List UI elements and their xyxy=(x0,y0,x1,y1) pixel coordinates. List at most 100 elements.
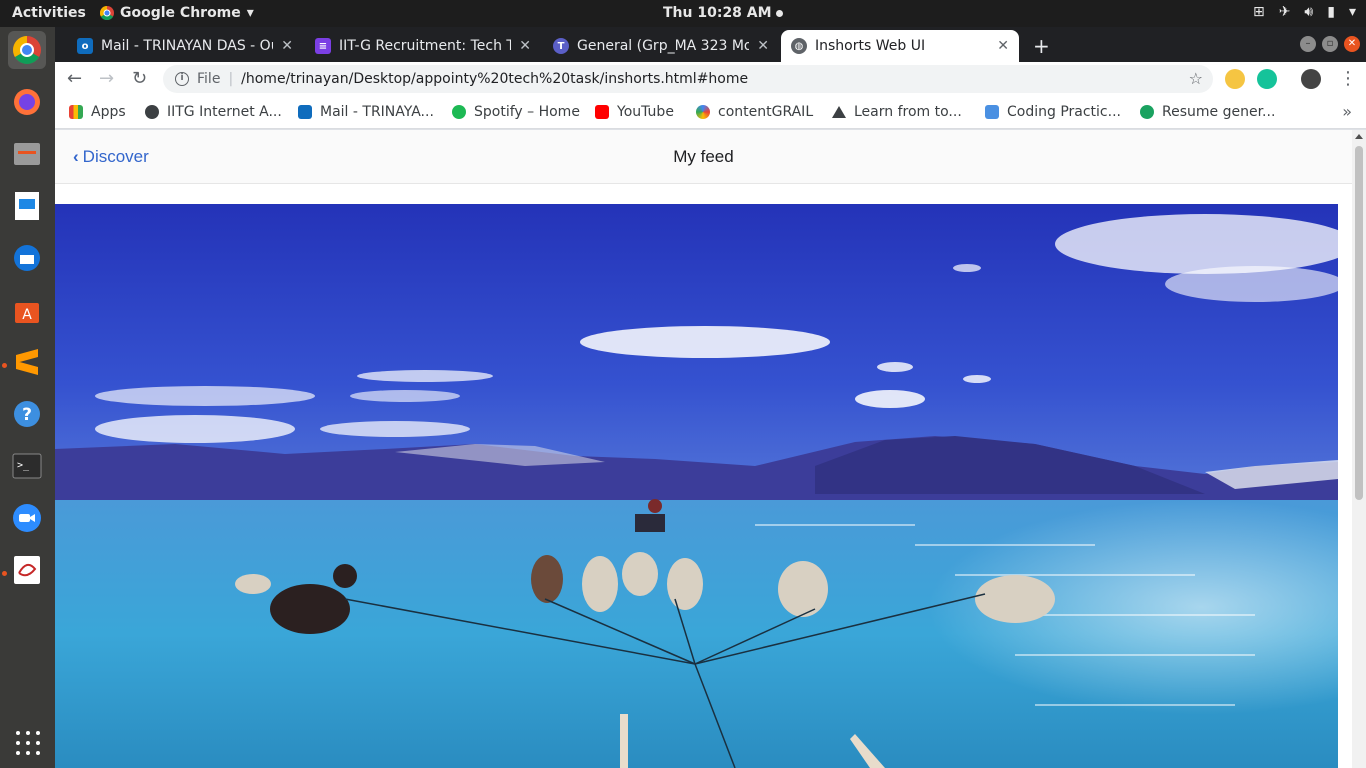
bookmark-label: Learn from to... xyxy=(854,104,962,120)
contentgrail-icon xyxy=(696,105,710,119)
more-bookmarks-icon[interactable]: » xyxy=(1342,102,1352,121)
bookmark-iitg-internet[interactable]: IITG Internet A... xyxy=(145,104,282,120)
tab-title: General (Grp_MA 323 Mon xyxy=(577,38,750,54)
bookmark-spotify[interactable]: Spotify – Home xyxy=(452,104,580,120)
shopping-bag-icon: A xyxy=(15,303,39,323)
info-icon[interactable]: i xyxy=(175,72,189,86)
avatar[interactable] xyxy=(1301,69,1321,89)
svg-text:A: A xyxy=(22,307,32,323)
bookmark-coding-practice[interactable]: Coding Practic... xyxy=(985,104,1121,120)
bookmark-mail[interactable]: Mail - TRINAYA... xyxy=(298,104,434,120)
help-icon[interactable]: ? xyxy=(8,395,46,433)
thunderbird-icon[interactable] xyxy=(8,239,46,277)
kebab-menu-icon[interactable]: ⋮ xyxy=(1339,68,1357,89)
power-menu-icon[interactable]: ▾ xyxy=(1349,4,1356,20)
bookmark-contentgrail[interactable]: contentGRAIL xyxy=(696,104,813,120)
chevron-down-icon: ▾ xyxy=(246,5,254,21)
volume-icon[interactable]: 🔊︎ xyxy=(1304,4,1313,20)
resume-icon xyxy=(1140,105,1154,119)
notification-dot-icon xyxy=(775,9,783,17)
chevron-left-icon: ‹ xyxy=(73,147,79,166)
system-tray[interactable]: ⊞ ✈ 🔊︎ ▮ ▾ xyxy=(1253,4,1356,20)
page-title: My feed xyxy=(673,147,734,166)
dock: A ? >_ xyxy=(0,27,55,768)
clock-text: Thu 10:28 AM xyxy=(663,5,772,21)
close-icon[interactable]: ✕ xyxy=(997,38,1009,54)
forward-arrow-icon[interactable]: → xyxy=(99,68,114,89)
bookmark-learn[interactable]: Learn from to... xyxy=(832,104,962,120)
back-arrow-icon[interactable]: ← xyxy=(67,68,82,89)
interviewbit-icon xyxy=(985,105,999,119)
terminal-icon[interactable]: >_ xyxy=(8,447,46,485)
outlook-icon: o xyxy=(77,38,93,54)
tab-inshorts[interactable]: ◍ Inshorts Web UI ✕ xyxy=(781,30,1019,62)
apps-grid-icon xyxy=(69,105,83,119)
tab-iitg-recruitment[interactable]: ≡ IIT-G Recruitment: Tech Ta ✕ xyxy=(305,30,541,62)
clock[interactable]: Thu 10:28 AM xyxy=(663,5,783,21)
tab-teams-general[interactable]: T General (Grp_MA 323 Mon ✕ xyxy=(543,30,779,62)
spotify-icon xyxy=(452,105,466,119)
minimize-icon[interactable]: – xyxy=(1300,36,1316,52)
airplane-icon[interactable]: ✈ xyxy=(1279,4,1291,20)
window-controls: – ▫ ✕ xyxy=(1300,36,1360,52)
chrome-small-icon xyxy=(100,6,114,20)
running-indicator xyxy=(2,363,7,368)
files-icon[interactable] xyxy=(8,135,46,173)
software-icon[interactable]: A xyxy=(8,291,46,329)
scrollbar-thumb[interactable] xyxy=(1355,146,1363,500)
network-icon[interactable]: ⊞ xyxy=(1253,4,1265,20)
firefox-icon[interactable] xyxy=(8,83,46,121)
close-window-icon[interactable]: ✕ xyxy=(1344,36,1360,52)
firefox-logo-icon xyxy=(14,89,40,115)
evince-icon[interactable] xyxy=(8,551,46,589)
scroll-up-icon[interactable] xyxy=(1355,134,1363,139)
activities-button[interactable]: Activities xyxy=(12,5,86,21)
news-hero-image[interactable] xyxy=(55,204,1338,768)
chrome-icon[interactable] xyxy=(8,31,46,69)
teams-icon: T xyxy=(553,38,569,54)
new-tab-button[interactable]: + xyxy=(1033,34,1050,58)
zoom-icon[interactable] xyxy=(8,499,46,537)
battery-icon[interactable]: ▮ xyxy=(1327,4,1335,20)
sublime-logo-icon xyxy=(16,349,38,375)
tab-outlook-mail[interactable]: o Mail - TRINAYAN DAS - Out ✕ xyxy=(67,30,303,62)
close-icon[interactable]: ✕ xyxy=(281,38,293,54)
close-icon[interactable]: ✕ xyxy=(757,38,769,54)
svg-text:>_: >_ xyxy=(17,460,30,471)
grammarly-icon[interactable] xyxy=(1257,69,1277,89)
bookmark-resume[interactable]: Resume gener... xyxy=(1140,104,1275,120)
app-menu[interactable]: Google Chrome ▾ xyxy=(100,5,254,21)
address-bar[interactable]: i File | /home/trinayan/Desktop/appointy… xyxy=(163,65,1213,93)
tab-title: IIT-G Recruitment: Tech Ta xyxy=(339,38,512,54)
apps-grid-icon[interactable] xyxy=(16,731,40,755)
zoom-camera-icon xyxy=(13,504,41,532)
bookmark-label: Resume gener... xyxy=(1162,104,1276,120)
emoji-extension-icon[interactable] xyxy=(1225,69,1245,89)
sublime-icon[interactable] xyxy=(8,343,46,381)
bookmark-label: YouTube xyxy=(617,104,674,120)
bookmark-label: Mail - TRINAYA... xyxy=(320,104,434,120)
discover-back-link[interactable]: ‹ Discover xyxy=(73,147,149,167)
page-content: My feed ‹ Discover xyxy=(55,130,1366,768)
url-separator: | xyxy=(228,71,234,87)
file-cabinet-icon xyxy=(14,143,40,165)
tab-strip: o Mail - TRINAYAN DAS - Out ✕ ≡ IIT-G Re… xyxy=(55,27,1366,62)
close-icon[interactable]: ✕ xyxy=(519,38,531,54)
sled-dogs-on-water-image xyxy=(55,204,1338,768)
forms-icon: ≡ xyxy=(315,38,331,54)
bookmark-star-icon[interactable]: ☆ xyxy=(1189,69,1203,88)
maximize-icon[interactable]: ▫ xyxy=(1322,36,1338,52)
bookmark-apps[interactable]: Apps xyxy=(69,104,126,120)
document-icon xyxy=(15,192,39,220)
bookmark-label: Spotify – Home xyxy=(474,104,580,120)
writer-icon[interactable] xyxy=(8,187,46,225)
bookmark-label: Coding Practic... xyxy=(1007,104,1121,120)
page-scrollbar[interactable] xyxy=(1352,130,1366,768)
outlook-icon xyxy=(298,105,312,119)
url-text: /home/trinayan/Desktop/appointy%20tech%2… xyxy=(241,71,749,87)
reload-icon[interactable]: ↻ xyxy=(132,68,147,89)
youtube-icon xyxy=(595,105,609,119)
bookmark-youtube[interactable]: YouTube xyxy=(595,104,674,120)
question-mark-icon: ? xyxy=(14,401,40,427)
url-scheme: File xyxy=(197,71,221,87)
